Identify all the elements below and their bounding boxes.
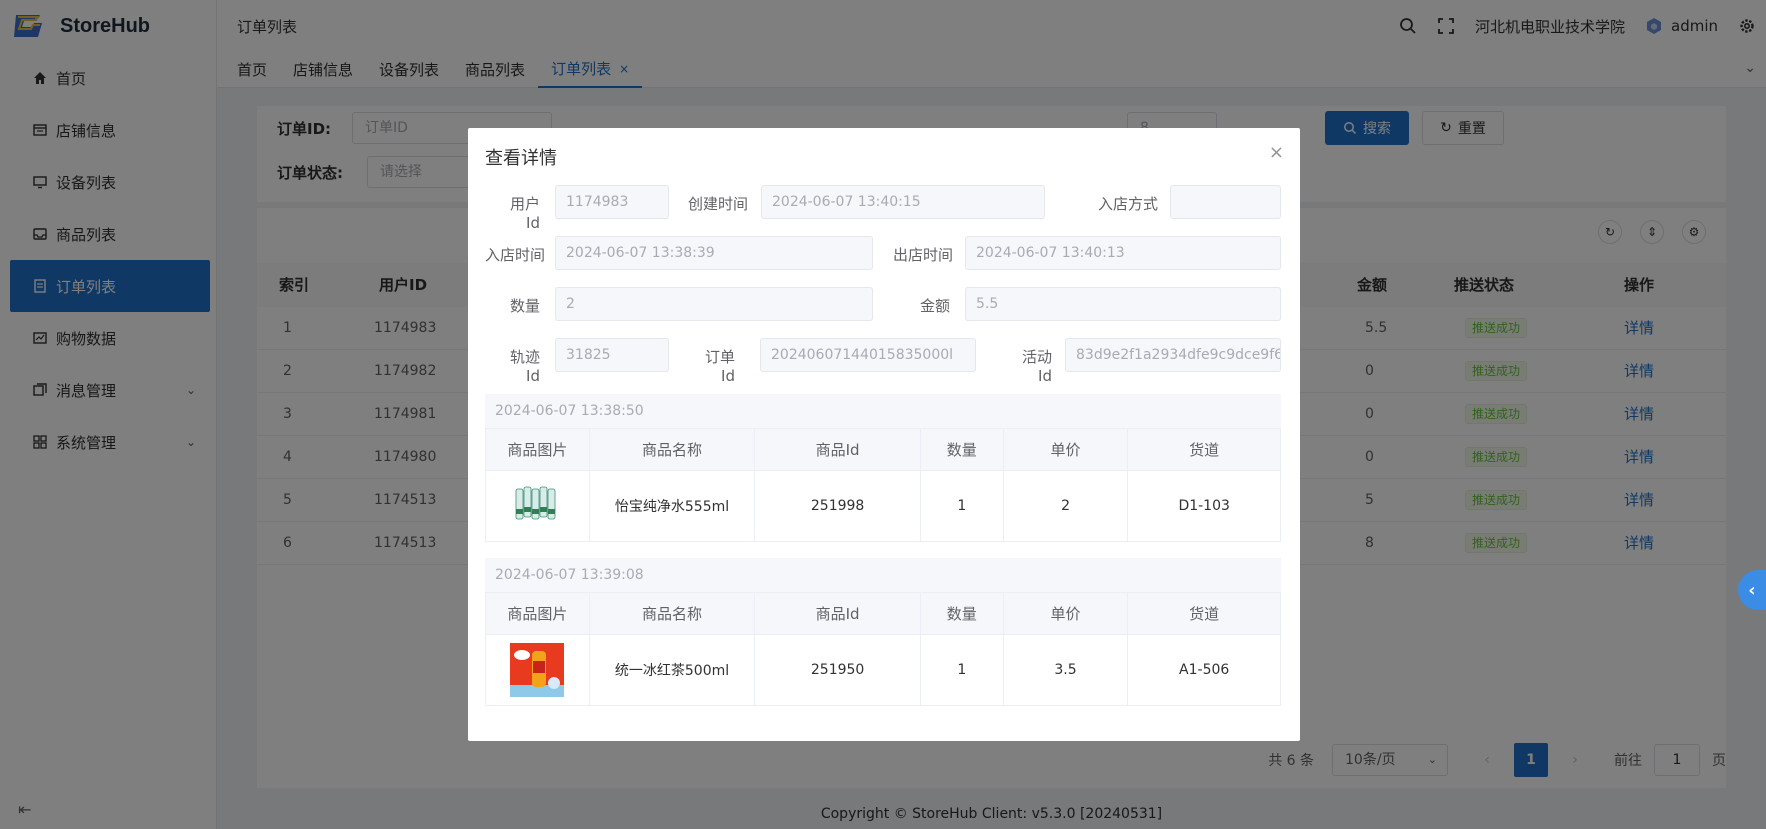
- exit-time-field[interactable]: 2024-06-07 13:40:13: [965, 236, 1281, 270]
- col-price: 单价: [1004, 593, 1129, 634]
- entry-time-label: 入店时间: [485, 246, 546, 264]
- group-items-table: 商品图片 商品名称 商品Id 数量 单价 货道 统一冰红茶500ml 25195…: [485, 592, 1281, 706]
- product-slot: D1-103: [1178, 498, 1230, 514]
- col-product-id: 商品Id: [755, 429, 921, 470]
- product-name: 怡宝纯净水555ml: [590, 471, 756, 541]
- product-id: 251950: [755, 635, 921, 705]
- product-qty: 1: [921, 471, 1004, 541]
- amount-label: 金额: [919, 297, 950, 315]
- activity-id-field[interactable]: 83d9e2f1a2934dfe9c9dce9f65: [1065, 338, 1281, 372]
- entry-method-field[interactable]: [1170, 185, 1281, 219]
- track-id-label: 轨迹Id: [509, 348, 540, 385]
- entry-method-label: 入店方式: [1098, 195, 1159, 213]
- col-name: 商品名称: [590, 429, 756, 470]
- created-at-label: 创建时间: [688, 195, 749, 213]
- user-id-field[interactable]: 1174983: [555, 185, 669, 219]
- product-id: 251998: [755, 471, 921, 541]
- activity-id-label: 活动Id: [1021, 348, 1052, 385]
- col-image: 商品图片: [486, 429, 590, 470]
- product-price: 2: [1004, 471, 1129, 541]
- close-icon[interactable]: ×: [1269, 142, 1284, 163]
- dialog-title: 查看详情: [485, 148, 557, 169]
- ice-tea-image: [510, 643, 565, 697]
- quantity-label: 数量: [509, 297, 540, 315]
- group-items-table: 商品图片 商品名称 商品Id 数量 单价 货道 怡宝纯净水555ml 25199…: [485, 428, 1281, 542]
- table-row: 统一冰红茶500ml 251950 1 3.5 A1-506: [486, 635, 1280, 705]
- group-time: 2024-06-07 13:38:50: [485, 394, 1281, 428]
- product-slot: A1-506: [1179, 662, 1230, 678]
- col-slot: 货道: [1189, 441, 1220, 459]
- entry-time-field[interactable]: 2024-06-07 13:38:39: [555, 236, 873, 270]
- order-id-field[interactable]: 20240607144015835000l: [760, 338, 976, 372]
- product-name: 统一冰红茶500ml: [590, 635, 756, 705]
- product-image-cell: [486, 471, 590, 541]
- table-row: 怡宝纯净水555ml 251998 1 2 D1-103: [486, 471, 1280, 541]
- col-slot: 货道: [1189, 605, 1220, 623]
- exit-time-label: 出店时间: [893, 246, 954, 264]
- col-product-id: 商品Id: [755, 593, 921, 634]
- group-table-header: 商品图片 商品名称 商品Id 数量 单价 货道: [486, 429, 1280, 471]
- created-at-field[interactable]: 2024-06-07 13:40:15: [761, 185, 1045, 219]
- col-qty: 数量: [921, 593, 1004, 634]
- col-qty: 数量: [921, 429, 1004, 470]
- product-qty: 1: [921, 635, 1004, 705]
- product-price: 3.5: [1004, 635, 1129, 705]
- group-time: 2024-06-07 13:39:08: [485, 558, 1281, 592]
- col-name: 商品名称: [590, 593, 756, 634]
- water-bottles-image: [510, 479, 565, 533]
- quantity-field[interactable]: 2: [555, 287, 873, 321]
- product-image-cell: [486, 635, 590, 705]
- amount-field[interactable]: 5.5: [965, 287, 1281, 321]
- track-id-field[interactable]: 31825: [555, 338, 669, 372]
- order-detail-dialog: 查看详情 × 用户Id 1174983 创建时间 2024-06-07 13:4…: [468, 128, 1300, 741]
- order-id-label: 订单Id: [704, 348, 735, 385]
- user-id-label: 用户Id: [509, 195, 540, 232]
- col-price: 单价: [1004, 429, 1129, 470]
- group-table-header: 商品图片 商品名称 商品Id 数量 单价 货道: [486, 593, 1280, 635]
- col-image: 商品图片: [486, 593, 590, 634]
